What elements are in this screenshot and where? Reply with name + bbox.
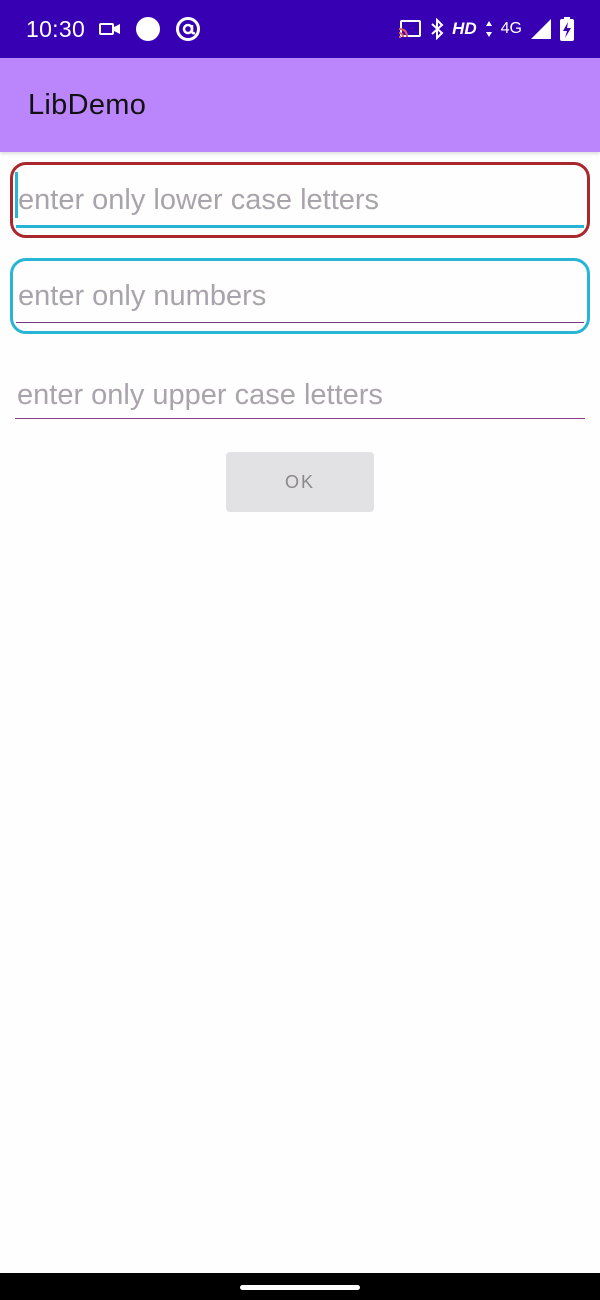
cast-icon [398, 19, 422, 39]
circle-icon [135, 16, 161, 42]
status-bar: 10:30 HD 4G [0, 0, 600, 58]
lowercase-field-container[interactable] [10, 162, 590, 238]
bluetooth-icon [430, 18, 444, 40]
text-cursor [15, 172, 18, 218]
navigation-bar [0, 1273, 600, 1300]
status-right: HD 4G [398, 17, 574, 41]
lowercase-input-underline [16, 225, 584, 228]
gesture-handle-icon[interactable] [240, 1285, 360, 1290]
screen: 10:30 HD 4G LibDemo enter only lower cas… [0, 0, 600, 1300]
uppercase-input[interactable] [15, 370, 587, 420]
network-label: 4G [500, 20, 522, 37]
status-time: 10:30 [26, 15, 86, 42]
ok-button[interactable]: OK [226, 452, 374, 512]
signal-icon [530, 18, 552, 40]
hd-label: HD [452, 19, 477, 38]
lowercase-input[interactable] [16, 175, 584, 225]
video-camera-icon [99, 21, 121, 37]
uppercase-field-container[interactable] [10, 356, 590, 432]
battery-charging-icon [560, 17, 574, 41]
numbers-field-container[interactable] [10, 258, 590, 334]
app-bar: LibDemo [0, 58, 600, 152]
numbers-input[interactable] [16, 271, 584, 321]
at-sign-icon [175, 16, 201, 42]
status-left: 10:30 [26, 16, 201, 43]
data-arrows-icon [485, 20, 493, 38]
uppercase-input-underline [15, 417, 585, 419]
numbers-input-underline [16, 321, 584, 323]
app-title: LibDemo [28, 88, 147, 121]
